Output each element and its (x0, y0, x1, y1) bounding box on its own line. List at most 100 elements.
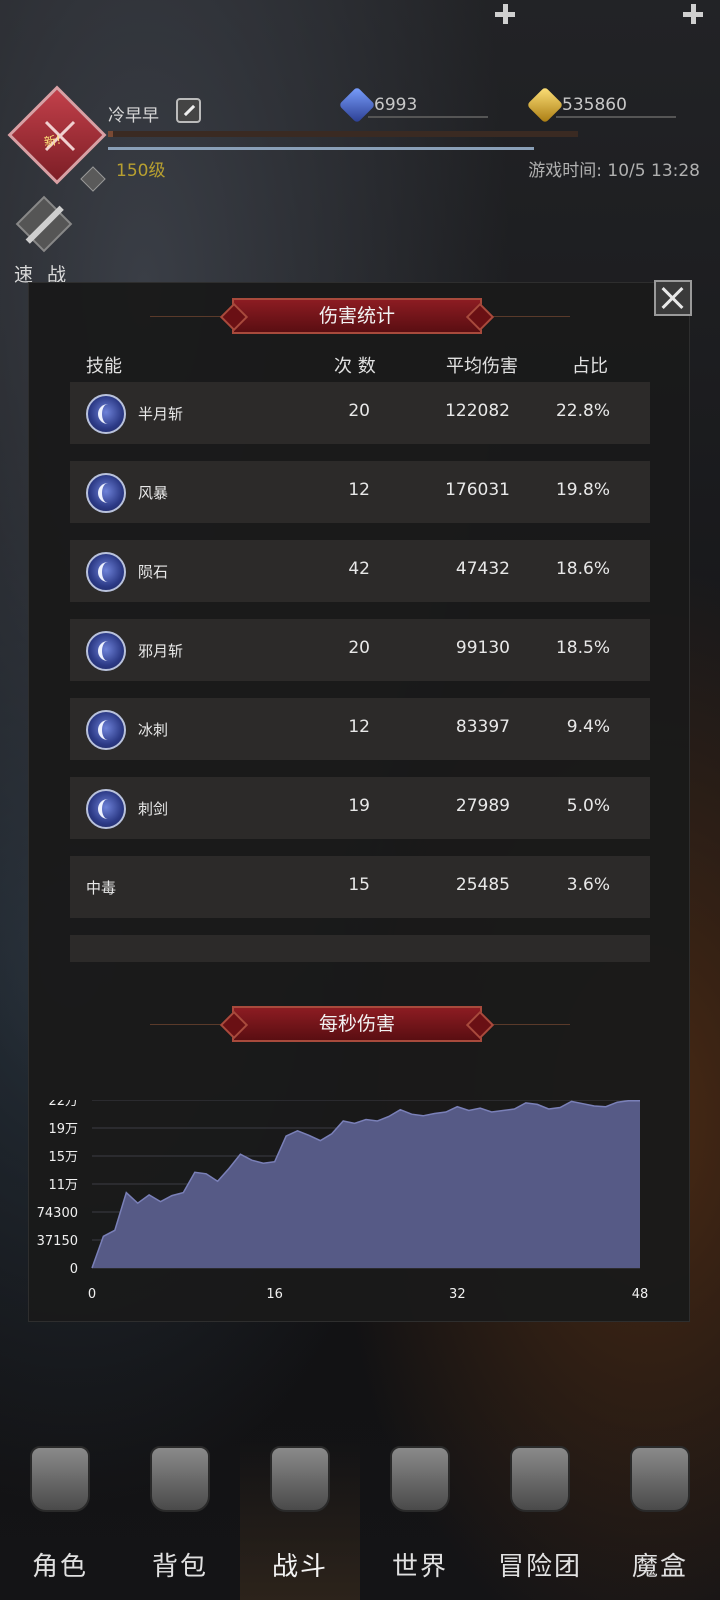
column-header-avg: 平均伤害 (446, 356, 518, 377)
skill-count: 20 (348, 401, 370, 421)
nav-item-world[interactable]: 世界 (360, 1440, 480, 1600)
nav-item-magic-box[interactable]: 魔盒 (600, 1440, 720, 1600)
gold-gem-bar (556, 116, 676, 118)
gold-gem-currency: 535860 (526, 86, 702, 124)
shield-sword-icon (270, 1446, 330, 1512)
y-tick-label: 15万 (48, 1150, 78, 1165)
add-gold-gem-icon[interactable] (682, 3, 704, 25)
nav-label: 世界 (391, 1552, 448, 1582)
sword-icon (15, 195, 73, 253)
table-row: 中毒 15 25485 3.6% (70, 856, 650, 918)
skill-count: 19 (348, 796, 370, 816)
skill-avg-damage: 122082 (445, 401, 510, 421)
nav-label: 冒险团 (497, 1552, 582, 1582)
y-tick-label: 74300 (37, 1206, 78, 1221)
skill-damage-list[interactable]: 半月斩 20 122082 22.8% 风暴 12 176031 19.8% 陨… (70, 382, 650, 962)
bottom-nav: 角色 背包 战斗 世界 冒险团 魔盒 (0, 1440, 720, 1600)
skill-percent: 18.5% (555, 638, 610, 658)
nav-item-character[interactable]: 角色 (0, 1440, 120, 1600)
table-row: 冰刺 12 83397 9.4% (70, 698, 650, 760)
storm-icon (86, 473, 126, 513)
y-tick-label: 0 (70, 1262, 78, 1277)
skill-count: 42 (348, 559, 370, 579)
damage-stats-title: 伤害统计 (232, 298, 482, 334)
quick-battle-button[interactable]: 速 战 (10, 195, 80, 286)
y-tick-label: 37150 (37, 1234, 78, 1249)
blue-gem-count: 6993 (374, 95, 418, 115)
xp-bar-fill (108, 131, 113, 137)
table-row: 风暴 12 176031 19.8% (70, 461, 650, 523)
magic-cube-icon (630, 1446, 690, 1512)
skill-avg-damage: 83397 (455, 717, 510, 737)
skill-avg-damage: 47432 (455, 559, 510, 579)
nav-label: 背包 (151, 1552, 208, 1582)
x-tick-label: 48 (632, 1287, 649, 1302)
close-button[interactable] (654, 280, 692, 316)
skill-count: 12 (348, 480, 370, 500)
table-row: 陨石 42 47432 18.6% (70, 540, 650, 602)
rapier-icon (86, 789, 126, 829)
new-badge: 新! (42, 132, 62, 150)
skill-avg-damage: 25485 (455, 875, 510, 895)
skill-name: 中毒 (86, 879, 117, 897)
helmet-icon (30, 1446, 90, 1512)
blue-gem-bar (368, 116, 488, 118)
nav-item-battle[interactable]: 战斗 (240, 1440, 360, 1600)
backpack-icon (150, 1446, 210, 1512)
rank-gem-icon (80, 166, 106, 192)
nav-label: 战斗 (271, 1552, 328, 1582)
column-header-skill: 技能 (86, 356, 122, 377)
dps-chart: 0 37150 74300 11万 15万 19万 22万 0 16 32 48 (37, 1100, 649, 1302)
skill-count: 20 (348, 638, 370, 658)
energy-bar-fill (108, 147, 534, 150)
table-row: 半月斩 20 122082 22.8% (70, 382, 650, 444)
evil-moon-slash-icon (86, 631, 126, 671)
skill-avg-damage: 176031 (445, 480, 510, 500)
x-tick-label: 16 (266, 1287, 283, 1302)
nav-item-backpack[interactable]: 背包 (120, 1440, 240, 1600)
y-tick-label: 11万 (48, 1178, 78, 1193)
column-header-pct: 占比 (572, 356, 608, 377)
dps-title: 每秒伤害 (232, 1006, 482, 1042)
player-level: 150级 (116, 161, 166, 181)
nav-item-adventure-guild[interactable]: 冒险团 (480, 1440, 600, 1600)
nav-label: 魔盒 (631, 1552, 688, 1582)
skill-count: 12 (348, 717, 370, 737)
skill-percent: 18.6% (555, 559, 610, 579)
skill-percent: 22.8% (555, 401, 610, 421)
meteor-icon (86, 552, 126, 592)
skill-percent: 5.0% (566, 796, 610, 816)
edit-name-icon[interactable] (176, 98, 201, 123)
skill-name: 半月斩 (138, 405, 184, 423)
world-map-icon (390, 1446, 450, 1512)
game-time: 游戏时间: 10/5 13:28 (528, 161, 700, 181)
y-tick-label: 22万 (48, 1100, 78, 1109)
skill-name: 风暴 (138, 484, 169, 502)
x-tick-label: 0 (88, 1287, 96, 1302)
xp-bar (108, 131, 578, 137)
player-header: 新! 冷早早 150级 游戏时间: 10/5 13:28 6993 535860… (0, 0, 720, 290)
skill-name: 邪月斩 (138, 642, 184, 660)
table-row: 刺剑 19 27989 5.0% (70, 777, 650, 839)
add-blue-gem-icon[interactable] (494, 3, 516, 25)
nav-label: 角色 (31, 1552, 88, 1582)
skill-percent: 3.6% (566, 875, 610, 895)
x-tick-label: 32 (449, 1287, 466, 1302)
player-name: 冷早早 (108, 106, 159, 126)
skill-name: 陨石 (138, 563, 169, 581)
column-header-count: 次 数 (334, 356, 376, 377)
crescent-moon-icon (86, 394, 126, 434)
skill-percent: 9.4% (566, 717, 610, 737)
skill-avg-damage: 27989 (455, 796, 510, 816)
table-row-partial (70, 935, 650, 962)
gold-gem-count: 535860 (562, 95, 627, 115)
skill-count: 15 (348, 875, 370, 895)
blue-gem-currency: 6993 (338, 86, 514, 124)
ice-spike-icon (86, 710, 126, 750)
skill-name: 冰刺 (138, 721, 169, 739)
skill-avg-damage: 99130 (455, 638, 510, 658)
y-tick-label: 19万 (48, 1122, 78, 1137)
skill-percent: 19.8% (555, 480, 610, 500)
castle-icon (510, 1446, 570, 1512)
energy-bar (108, 147, 534, 150)
